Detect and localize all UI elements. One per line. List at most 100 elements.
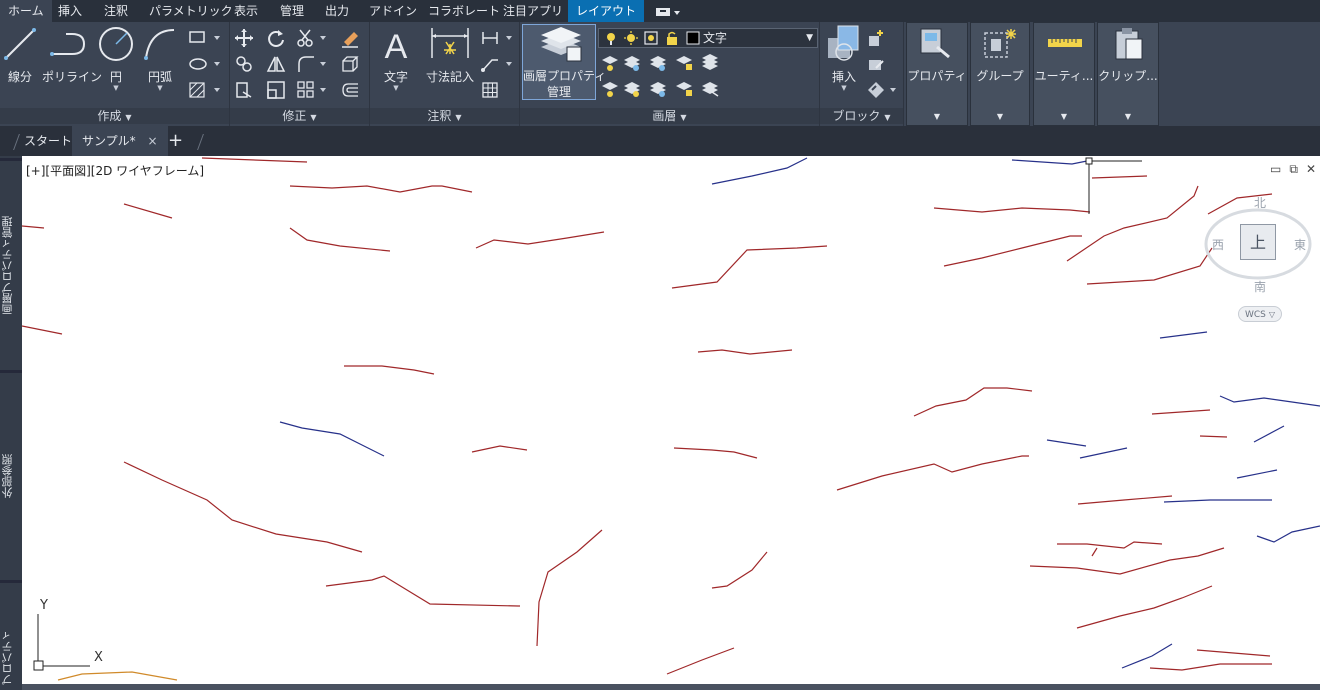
- arc-dropdown-icon[interactable]: ▼: [140, 84, 180, 92]
- insert-dropdown-icon[interactable]: ▼: [822, 84, 866, 92]
- dimension-button[interactable]: 寸法記入: [420, 24, 480, 84]
- properties-dropdown-icon: ▼: [933, 112, 941, 121]
- external-references-palette-tab[interactable]: 外部参照: [0, 416, 22, 536]
- properties-palette-tab[interactable]: プロパティ: [0, 626, 22, 690]
- edit-block-button[interactable]: [866, 54, 886, 74]
- minimize-icon[interactable]: ▭: [1270, 162, 1281, 176]
- erase-button[interactable]: [340, 28, 360, 48]
- file-tab-bar: スタート サンプル* × +: [0, 126, 1320, 156]
- tab-manage[interactable]: 管理: [272, 0, 312, 22]
- block-panel-title[interactable]: ブロック ▼: [820, 108, 903, 124]
- attributes-icon: [868, 82, 896, 98]
- insert-label: 挿入: [831, 70, 856, 84]
- viewcube-east[interactable]: 東: [1294, 236, 1306, 253]
- properties-label: プロパティ: [907, 69, 967, 83]
- mirror-button[interactable]: [266, 54, 286, 74]
- properties-panel-button[interactable]: プロパティ ▼: [906, 22, 968, 126]
- layer-properties-palette-tab[interactable]: 画層プロパティ管理: [0, 176, 22, 356]
- clipboard-panel-button[interactable]: クリップ... ▼: [1097, 22, 1159, 126]
- leader-button[interactable]: [480, 54, 516, 74]
- 3d-box-button[interactable]: [340, 54, 360, 74]
- annotation-panel-title[interactable]: 注釈 ▼: [370, 108, 519, 124]
- new-tab-button[interactable]: +: [168, 126, 183, 156]
- restore-icon[interactable]: ⧉: [1289, 162, 1298, 176]
- clipboard-label: クリップ...: [1098, 69, 1158, 83]
- dimension-label: 寸法記入: [425, 70, 474, 84]
- trim-button[interactable]: [296, 28, 330, 48]
- tab-annotate[interactable]: 注釈: [96, 0, 136, 22]
- utilities-panel-button[interactable]: ユーティ... ▼: [1033, 22, 1095, 126]
- groups-panel-button[interactable]: グループ ▼: [970, 22, 1030, 126]
- viewcube-west[interactable]: 西: [1212, 236, 1224, 253]
- array-button[interactable]: [296, 80, 330, 100]
- quick-access-toggle-icon[interactable]: [654, 4, 682, 18]
- start-tab[interactable]: スタート: [24, 126, 72, 156]
- table-button[interactable]: [480, 80, 516, 100]
- viewcube-top-face[interactable]: 上: [1240, 224, 1276, 260]
- tab-featured-apps[interactable]: 注目アプリ: [495, 0, 571, 22]
- draw-panel: 線分 ポリライン 円 ▼ 円弧 ▼ 作成 ▼: [0, 22, 230, 126]
- modify-panel: 修正 ▼: [230, 22, 370, 126]
- tab-insert[interactable]: 挿入: [50, 0, 90, 22]
- block-attributes-button[interactable]: [866, 80, 900, 100]
- circle-button[interactable]: 円 ▼: [96, 24, 136, 92]
- scale-button[interactable]: [266, 80, 286, 100]
- tab-layout[interactable]: レイアウト: [568, 0, 645, 22]
- viewcube-south[interactable]: 南: [1254, 278, 1266, 295]
- layer-tools-grid[interactable]: [600, 52, 820, 106]
- linear-dimension-icon: [482, 32, 512, 44]
- layer-dropdown[interactable]: 文字 ▼: [598, 28, 818, 48]
- ucs-icon: [33, 614, 90, 671]
- viewcube-north[interactable]: 北: [1254, 194, 1266, 211]
- rotate-button[interactable]: [266, 28, 286, 48]
- polyline-button[interactable]: ポリライン: [42, 24, 102, 84]
- copy-button[interactable]: [234, 54, 254, 74]
- text-dropdown-icon[interactable]: ▼: [376, 84, 416, 92]
- close-icon[interactable]: ✕: [1306, 162, 1316, 176]
- polyline-icon: [50, 33, 86, 56]
- layer-state-icons: [607, 31, 700, 45]
- linear-dim-button[interactable]: [480, 28, 516, 48]
- draw-panel-title[interactable]: 作成 ▼: [0, 108, 229, 124]
- tab-addins[interactable]: アドイン: [361, 0, 425, 22]
- layer-properties-label-2: 管理: [546, 85, 571, 99]
- ucs-x-label: X: [94, 650, 103, 665]
- layers-panel-title[interactable]: 画層 ▼: [520, 108, 819, 124]
- stretch-button[interactable]: [234, 80, 254, 100]
- arc-button[interactable]: 円弧 ▼: [140, 24, 180, 92]
- viewport-window-controls: ▭ ⧉ ✕: [1262, 162, 1316, 177]
- tab-output[interactable]: 出力: [317, 0, 357, 22]
- svg-text:A: A: [385, 28, 408, 66]
- text-button[interactable]: A 文字 ▼: [376, 24, 416, 92]
- current-layer-name: 文字: [703, 31, 728, 45]
- crosshair-cursor: [1085, 157, 1142, 214]
- sample-tab-label: サンプル*: [82, 134, 136, 148]
- tab-home[interactable]: ホーム: [0, 0, 52, 22]
- move-button[interactable]: [234, 28, 254, 48]
- utilities-dropdown-icon: ▼: [1060, 112, 1068, 121]
- create-block-button[interactable]: [866, 28, 886, 48]
- rotate-icon: [268, 30, 284, 47]
- circle-dropdown-icon[interactable]: ▼: [96, 84, 136, 92]
- horizontal-scrollbar[interactable]: [22, 684, 1320, 690]
- offset-icon: [342, 83, 358, 97]
- tab-view[interactable]: 表示: [226, 0, 266, 22]
- insert-block-icon: [828, 25, 859, 61]
- insert-button[interactable]: 挿入 ▼: [822, 24, 866, 92]
- fillet-button[interactable]: [296, 54, 330, 74]
- layer-properties-button[interactable]: 画層プロパティ 管理: [522, 24, 606, 100]
- rectangle-button[interactable]: [188, 28, 224, 48]
- close-tab-icon[interactable]: ×: [147, 134, 157, 148]
- offset-button[interactable]: [340, 80, 360, 100]
- modify-panel-title[interactable]: 修正 ▼: [230, 108, 369, 124]
- line-button[interactable]: 線分: [0, 24, 40, 84]
- wcs-menu[interactable]: WCS ▽: [1238, 306, 1282, 322]
- ellipse-button[interactable]: [188, 54, 224, 74]
- annotation-panel: A 文字 ▼ 寸法記入 注釈 ▼: [370, 22, 520, 126]
- drawing-canvas[interactable]: [+][平面図][2D ワイヤフレーム] ▭ ⧉ ✕ 北 西 東 南 上 WCS ▽ …: [22, 156, 1320, 690]
- viewport-control[interactable]: [+][平面図][2D ワイヤフレーム]: [26, 162, 204, 179]
- measure-icon: [1048, 39, 1082, 47]
- ucs-y-label: Y: [40, 598, 48, 613]
- hatch-button[interactable]: [188, 80, 224, 100]
- sample-drawing-tab[interactable]: サンプル* ×: [72, 126, 168, 156]
